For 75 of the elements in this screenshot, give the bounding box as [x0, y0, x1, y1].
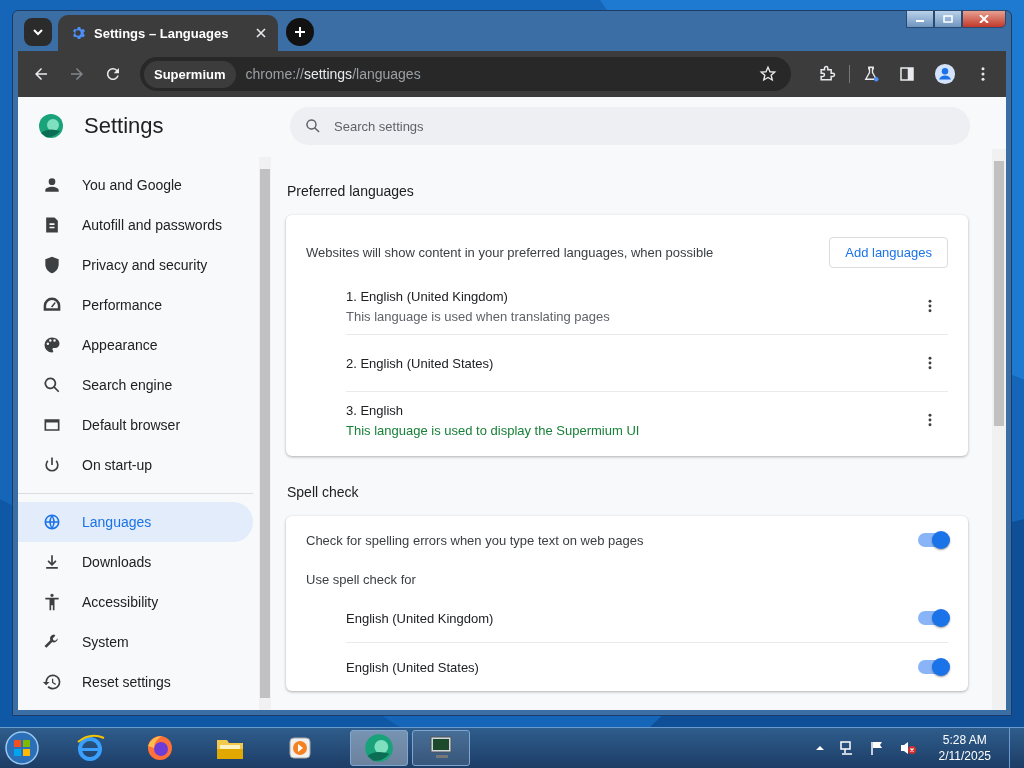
language-name: 1. English (United Kingdom): [346, 288, 509, 304]
close-button[interactable]: [962, 10, 1006, 28]
sidebar-item[interactable]: On start-up: [18, 445, 253, 485]
clock-time[interactable]: 5:28 AM: [942, 732, 987, 748]
taskbar-button[interactable]: [412, 730, 470, 766]
chevron-down-icon: [32, 26, 44, 38]
logo-icon: [364, 733, 394, 763]
close-icon[interactable]: [256, 28, 266, 38]
site-chip[interactable]: Supermium: [144, 60, 236, 88]
language-note: This language is used when translating pages: [346, 308, 610, 324]
palette-icon: [42, 335, 62, 355]
side-panel-icon[interactable]: [898, 65, 916, 83]
add-languages-button[interactable]: Add languages: [829, 237, 948, 268]
start-button[interactable]: [4, 730, 40, 766]
maximize-button[interactable]: [934, 10, 962, 28]
address-bar[interactable]: Supermium chrome://settings/languages: [140, 57, 791, 91]
globe-icon: [42, 512, 62, 532]
new-tab-button[interactable]: [286, 18, 314, 46]
section-heading: Spell check: [287, 484, 360, 500]
forward-icon[interactable]: [68, 65, 86, 83]
speaker-muted-icon[interactable]: [898, 740, 917, 756]
close-icon: [979, 15, 989, 23]
language-name: 3. English: [346, 402, 405, 418]
plus-icon: [294, 26, 306, 38]
url-text: chrome://settings/languages: [245, 66, 421, 82]
language-note: This language is used to display the Supermium UI: [346, 422, 640, 438]
sidebar-item[interactable]: Search engine: [18, 365, 253, 405]
section-description: Websites will show content in your preferred languages, when possible: [306, 245, 714, 260]
sidebar-item[interactable]: You and Google: [18, 165, 253, 205]
shield-icon: [42, 255, 62, 275]
star-icon[interactable]: [759, 65, 777, 83]
language-name: English (United States): [346, 659, 479, 675]
search-icon: [304, 117, 322, 135]
toggle-switch[interactable]: [918, 533, 948, 547]
tab-search-button[interactable]: [24, 18, 52, 46]
taskbar-button[interactable]: [350, 730, 408, 766]
tab-title: Settings – Languages: [94, 25, 230, 41]
caret-up-icon[interactable]: [814, 743, 825, 753]
toggle-switch[interactable]: [918, 660, 948, 674]
section-heading: Preferred languages: [287, 183, 415, 199]
reload-icon[interactable]: [104, 65, 122, 83]
search-icon: [42, 375, 62, 395]
logo-icon: [38, 113, 64, 139]
setting-label: Use spell check for: [306, 571, 416, 587]
browser-tab[interactable]: Settings – Languages: [58, 15, 278, 51]
language-name: 2. English (United States): [346, 355, 494, 371]
sidebar-item[interactable]: Appearance: [18, 325, 253, 365]
sidebar-item[interactable]: Languages: [18, 502, 253, 542]
person-icon: [42, 175, 62, 195]
sidebar-item[interactable]: Privacy and security: [18, 245, 253, 285]
sidebar-item[interactable]: Performance: [18, 285, 253, 325]
sidebar-item[interactable]: Default browser: [18, 405, 253, 445]
clock-date[interactable]: 2/11/2025: [938, 748, 991, 764]
setting-label: Check for spelling errors when you type text on web pages: [306, 532, 644, 548]
history-icon: [42, 672, 62, 692]
flask-icon[interactable]: [862, 65, 880, 83]
page-title: Settings: [84, 113, 164, 139]
maximize-icon: [943, 15, 953, 23]
scrollbar[interactable]: [259, 157, 271, 710]
sidebar-item[interactable]: Accessibility: [18, 582, 253, 622]
search-field[interactable]: Search settings: [290, 107, 970, 145]
network-icon[interactable]: [838, 740, 855, 756]
sidebar-item[interactable]: Autofill and passwords: [18, 205, 253, 245]
sidebar-item[interactable]: System: [18, 622, 253, 662]
language-name: English (United Kingdom): [346, 610, 494, 626]
accessibility-icon: [42, 592, 62, 612]
scrollbar[interactable]: [992, 149, 1006, 710]
sidebar-item[interactable]: Downloads: [18, 542, 253, 582]
sidebar-item[interactable]: Reset settings: [18, 662, 253, 702]
gear-icon: [70, 25, 86, 41]
minimize-button[interactable]: [906, 10, 934, 28]
toggle-switch[interactable]: [918, 611, 948, 625]
flag-icon[interactable]: [868, 740, 885, 756]
puzzle-icon[interactable]: [817, 64, 837, 84]
avatar-icon[interactable]: [934, 63, 956, 85]
